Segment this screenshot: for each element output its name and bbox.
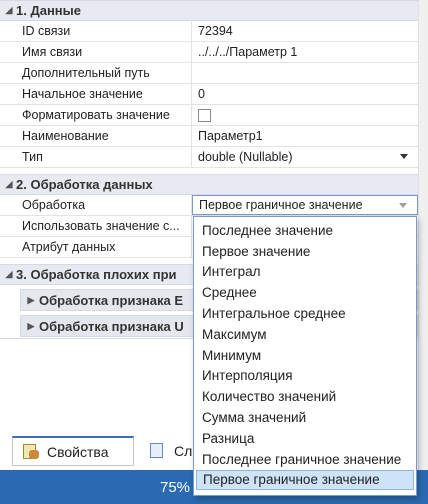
processing-dropdown-list[interactable]: Последнее значение Первое значение Интег… [193, 216, 417, 496]
property-value[interactable]: ../../../Параметр 1 [192, 42, 418, 62]
property-row-designation[interactable]: Наименование Параметр1 [0, 126, 418, 147]
zoom-level[interactable]: 75% [160, 479, 190, 496]
collapse-triangle-icon[interactable]: ◢ [2, 179, 16, 190]
dropdown-option[interactable]: Первое значение [196, 241, 414, 262]
dropdown-option[interactable]: Максимум [196, 324, 414, 345]
collapse-triangle-icon[interactable]: ◢ [2, 5, 16, 16]
processing-select-value: Первое граничное значение [199, 198, 363, 212]
property-value[interactable]: Параметр1 [192, 126, 418, 146]
property-name: Обработка [14, 195, 192, 215]
property-name: ID связи [14, 21, 192, 41]
subgroup-title: Обработка признака U [39, 318, 184, 334]
dropdown-option[interactable]: Интегральное среднее [196, 303, 414, 324]
dropdown-option-selected[interactable]: Первое граничное значение [196, 469, 414, 491]
property-row-type[interactable]: Тип double (Nullable) [0, 147, 418, 168]
property-row-extra-path[interactable]: Дополнительный путь [0, 63, 418, 84]
property-name: Имя связи [14, 42, 192, 62]
category-title: 1. Данные [16, 3, 81, 18]
property-row-link-id[interactable]: ID связи 72394 [0, 21, 418, 42]
tab-label: Свойства [47, 443, 109, 460]
type-select[interactable]: double (Nullable) [192, 147, 418, 167]
dropdown-option[interactable]: Интерполяция [196, 366, 414, 387]
dropdown-option[interactable]: Минимум [196, 345, 414, 366]
document-icon [148, 443, 168, 459]
property-name: Использовать значение с... [14, 216, 192, 236]
dropdown-option[interactable]: Сумма значений [196, 407, 414, 428]
tab-label: Сл [174, 443, 193, 459]
property-row-initial-value[interactable]: Начальное значение 0 [0, 84, 418, 105]
dropdown-option[interactable]: Количество значений [196, 386, 414, 407]
property-value[interactable] [192, 63, 418, 83]
tab-properties[interactable]: Свойства [12, 436, 134, 466]
property-name: Дополнительный путь [14, 63, 192, 83]
properties-icon [21, 443, 41, 460]
property-row-link-name[interactable]: Имя связи ../../../Параметр 1 [0, 42, 418, 63]
expand-triangle-icon[interactable]: ▶ [23, 295, 39, 306]
dropdown-option[interactable]: Разница [196, 428, 414, 449]
dropdown-option[interactable]: Последнее граничное значение [196, 449, 414, 470]
property-value[interactable]: 0 [192, 84, 418, 104]
property-name: Начальное значение [14, 84, 192, 104]
format-value-checkbox[interactable] [198, 108, 211, 122]
processing-select[interactable]: Первое граничное значение [192, 195, 418, 215]
expand-triangle-icon[interactable]: ▶ [23, 321, 39, 332]
category-data[interactable]: ◢ 1. Данные [0, 0, 418, 21]
chevron-down-icon[interactable] [399, 203, 407, 208]
property-row-format-value[interactable]: Форматировать значение [0, 105, 418, 126]
subgroup-title: Обработка признака Е [39, 292, 184, 308]
property-name: Форматировать значение [14, 105, 192, 125]
property-row-processing[interactable]: Обработка Первое граничное значение [0, 195, 418, 216]
dropdown-option[interactable]: Интеграл [196, 262, 414, 283]
property-value [192, 105, 418, 125]
property-name: Атрибут данных [14, 237, 192, 257]
vertical-scrollbar[interactable] [418, 0, 428, 470]
chevron-down-icon[interactable] [400, 154, 408, 159]
collapse-triangle-icon[interactable]: ◢ [2, 269, 16, 280]
dropdown-option[interactable]: Последнее значение [196, 220, 414, 241]
type-select-value: double (Nullable) [198, 150, 293, 164]
property-name: Тип [14, 147, 192, 167]
dropdown-option[interactable]: Среднее [196, 282, 414, 303]
property-value[interactable]: 72394 [192, 21, 418, 41]
property-name: Наименование [14, 126, 192, 146]
category-processing[interactable]: ◢ 2. Обработка данных [0, 174, 418, 195]
category-title: 2. Обработка данных [16, 177, 153, 192]
category-title: 3. Обработка плохих при [16, 267, 177, 282]
